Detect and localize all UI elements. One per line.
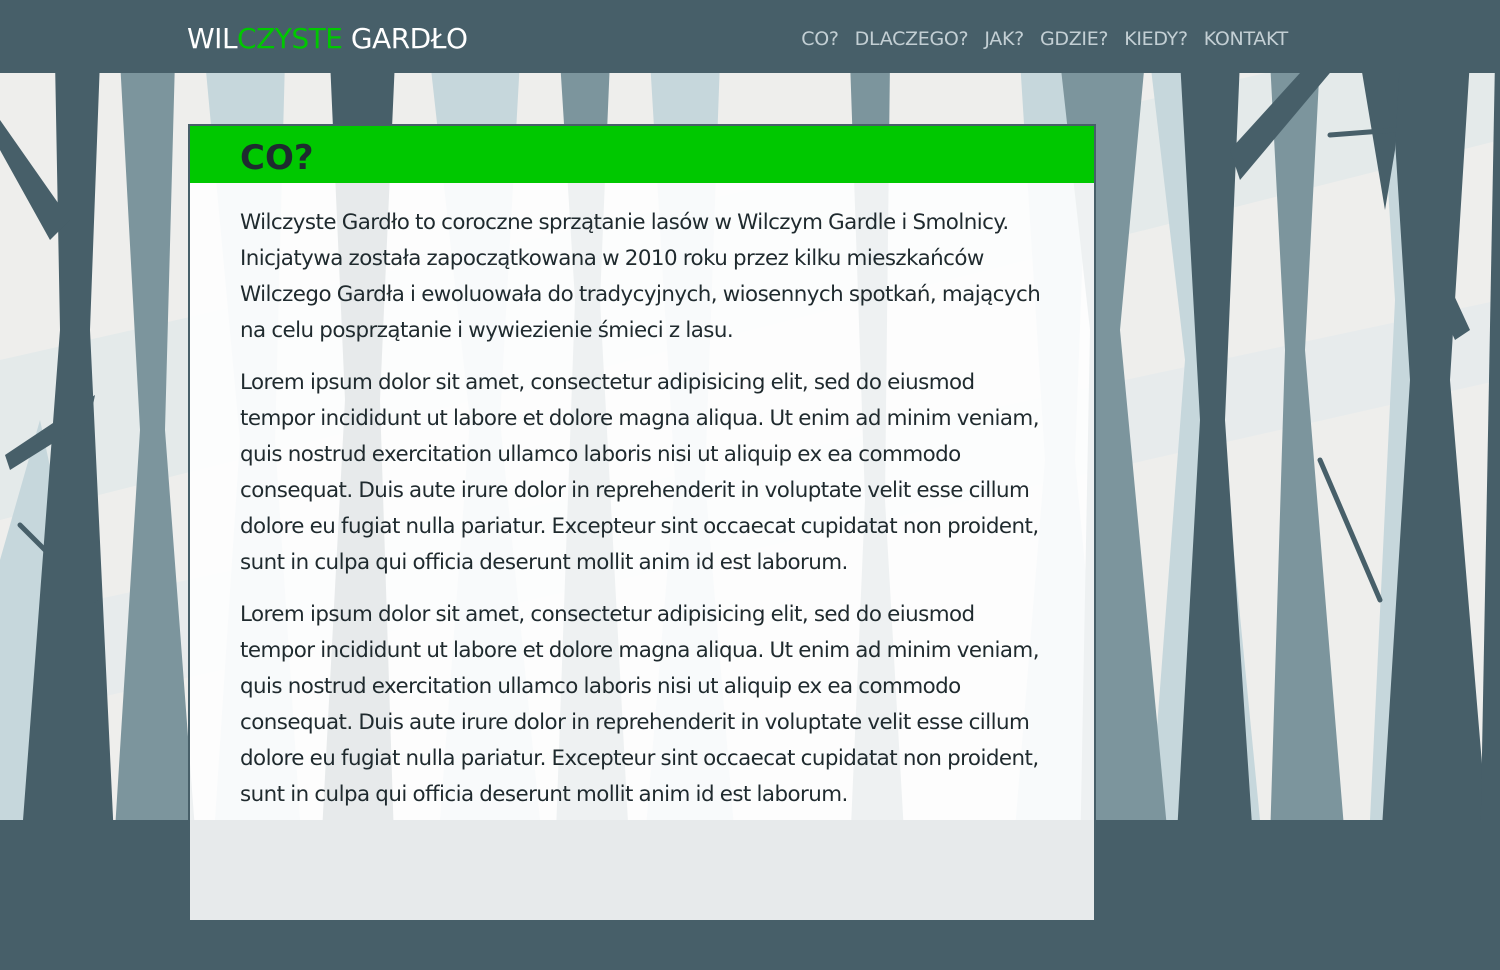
nav-item-kiedy[interactable]: KIEDY? <box>1124 24 1188 54</box>
brand-part-1: WIL <box>187 22 238 55</box>
nav-item-gdzie[interactable]: GDZIE? <box>1040 24 1109 54</box>
nav-item-co[interactable]: CO? <box>801 24 839 54</box>
body-paragraph-2: Lorem ipsum dolor sit amet, consectetur … <box>240 602 1040 807</box>
brand-part-2: CZYSTE <box>237 22 343 55</box>
nav-item-kontakt[interactable]: KONTAKT <box>1204 24 1289 54</box>
panel-body: Wilczyste Gardło to coroczne sprzątanie … <box>190 183 1094 813</box>
intro-paragraph: Wilczyste Gardło to coroczne sprzątanie … <box>240 210 1041 343</box>
brand-logo-link[interactable]: WILCZYSTE GARDŁO <box>187 19 468 59</box>
main-nav: CO? DLACZEGO? JAK? GDZIE? KIEDY? KONTAKT <box>801 24 1288 54</box>
brand-part-3: GARDŁO <box>342 22 468 55</box>
body-paragraph-1: Lorem ipsum dolor sit amet, consectetur … <box>240 370 1040 575</box>
nav-item-jak[interactable]: JAK? <box>984 24 1024 54</box>
panel-header: CO? <box>190 126 1094 183</box>
section-title: CO? <box>240 138 314 178</box>
top-navbar: WILCZYSTE GARDŁO CO? DLACZEGO? JAK? GDZI… <box>0 0 1500 73</box>
nav-item-dlaczego[interactable]: DLACZEGO? <box>855 24 969 54</box>
content-panel-co: CO? Wilczyste Gardło to coroczne sprząta… <box>188 124 1096 922</box>
